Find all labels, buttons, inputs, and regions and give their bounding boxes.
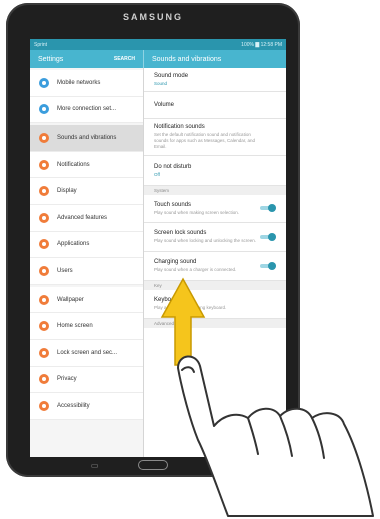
sidebar-item-sounds-and-vibrations[interactable]: Sounds and vibrations [30,125,143,152]
notifications-icon [39,159,49,170]
setting-title: Sound mode [154,73,189,79]
page-title: Sounds and vibrations [152,55,222,63]
sidebar-item-accessibility[interactable]: Accessibility [30,393,143,420]
sidebar-item-label: Privacy [57,376,77,383]
sidebar-item-label: Users [57,267,73,274]
touch-sounds-row[interactable]: Touch sounds Play sound when making scre… [144,195,286,224]
sidebar-item-label: Wallpaper [57,296,84,303]
sidebar-item-label: Notifications [57,161,90,168]
status-icons: 100% ▇ 12:58 PM [241,41,282,48]
recent-apps-icon[interactable]: ▭ [91,461,99,470]
sidebar-item-label: Applications [57,241,90,248]
screen-lock-sounds-row[interactable]: Screen lock sounds Play sound when locki… [144,223,286,253]
sidebar-item-notifications[interactable]: Notifications [30,152,143,179]
settings-header: Settings SEARCH [30,50,144,68]
charging-sound-toggle[interactable] [260,262,276,271]
app-title: Settings [38,55,64,63]
setting-description: Set the default notification sound and n… [154,132,256,149]
sidebar-item-applications[interactable]: Applications [30,232,143,259]
display-icon [39,186,49,197]
sidebar-item-users[interactable]: Users [30,258,143,285]
users-icon [39,265,49,276]
volume-row[interactable]: Volume [144,92,286,119]
status-bar: Sprint 100% ▇ 12:58 PM [30,39,286,50]
sidebar-item-label: Display [57,188,77,195]
lock-icon [39,347,49,358]
sidebar-item-label: Accessibility [57,402,90,409]
more-connection-icon [39,104,49,115]
sidebar-item-mobile-networks[interactable]: Mobile networks [30,70,143,97]
setting-description: Play sound when a charger is connected. [154,267,237,273]
home-screen-icon [39,321,49,332]
wallpaper-icon [39,294,49,305]
notification-sounds-row[interactable]: Notification sounds Set the default noti… [144,119,286,156]
sound-mode-row[interactable]: Sound mode Sound [144,68,286,92]
sidebar-item-label: Lock screen and sec... [57,349,118,356]
settings-sidebar: Mobile networks More connection set... S… [30,68,144,457]
sidebar-item-label: Sounds and vibrations [57,134,117,141]
setting-value: Sound [154,81,168,86]
mobile-networks-icon [39,77,49,88]
privacy-icon [39,374,49,385]
sidebar-item-more-connection[interactable]: More connection set... [30,97,143,124]
setting-title: Notification sounds [154,124,205,130]
sidebar-item-wallpaper[interactable]: Wallpaper [30,287,143,314]
sidebar-item-label: More connection set... [57,106,117,113]
sidebar-group: Mobile networks More connection set... [30,70,143,124]
sidebar-item-label: Advanced features [57,214,108,221]
sidebar-item-display[interactable]: Display [30,178,143,205]
setting-title: Volume [154,102,175,108]
setting-title: Screen lock sounds [154,230,207,237]
screen-lock-sounds-toggle[interactable] [260,233,276,242]
home-button[interactable] [138,460,169,470]
setting-description: Play sound when making screen selection. [154,209,240,215]
hand-icon [177,355,374,517]
speaker-icon [39,132,49,143]
setting-title: Touch sounds [154,201,192,208]
section-header-system: System [144,185,286,195]
sidebar-item-lock-screen[interactable]: Lock screen and sec... [30,340,143,367]
setting-title: Charging sound [154,259,197,266]
sidebar-item-privacy[interactable]: Privacy [30,367,143,394]
sidebar-group: Sounds and vibrations Notifications Disp… [30,125,143,285]
sidebar-item-home-screen[interactable]: Home screen [30,313,143,340]
sidebar-item-advanced-features[interactable]: Advanced features [30,205,143,232]
accessibility-icon [39,400,49,411]
setting-value: Off [154,171,160,177]
brand-logo: SAMSUNG [122,12,183,22]
touch-sounds-toggle[interactable] [260,204,276,213]
applications-icon [39,239,49,250]
search-button[interactable]: SEARCH [114,56,135,62]
advanced-features-icon [39,212,49,223]
carrier-label: Sprint [34,41,48,48]
setting-title: Do not disturb [154,163,192,170]
do-not-disturb-row[interactable]: Do not disturb Off [144,156,286,186]
setting-description: Play sound when locking and unlocking th… [154,238,257,244]
sidebar-item-label: Mobile networks [57,79,101,86]
sidebar-group: Wallpaper Home screen Lock screen and se… [30,286,143,420]
app-bar: Settings SEARCH Sounds and vibrations [30,50,286,68]
sidebar-item-label: Home screen [57,323,93,330]
